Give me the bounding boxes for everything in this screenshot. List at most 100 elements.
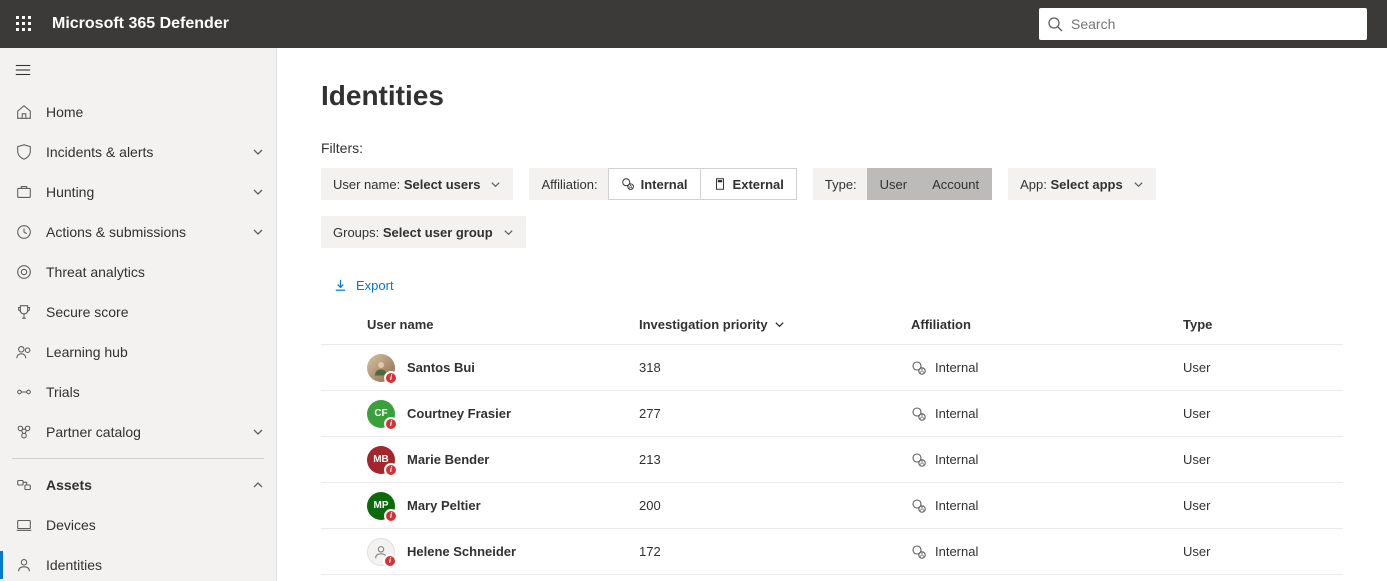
filter-external-text: External [733, 177, 784, 192]
avatar [367, 538, 395, 566]
sidebar-item-hunting[interactable]: Hunting [0, 172, 276, 212]
filter-internal-text: Internal [641, 177, 688, 192]
waffle-icon[interactable] [8, 8, 40, 40]
filter-affiliation-internal[interactable]: A Internal [608, 168, 701, 200]
type-value: User [1183, 452, 1343, 467]
sidebar-item-label: Hunting [46, 184, 252, 200]
hamburger-icon[interactable] [0, 48, 276, 92]
table-row[interactable]: Santos Bui318AInternalUser [321, 345, 1343, 391]
column-user-label: User name [367, 317, 433, 332]
main-content: Identities Filters: User name: Select us… [277, 48, 1387, 581]
sidebar-item-label: Home [46, 104, 264, 120]
internal-icon: A [621, 177, 635, 191]
priority-value: 172 [639, 544, 911, 559]
chevron-down-icon [490, 179, 501, 190]
column-affiliation[interactable]: Affiliation [911, 317, 1183, 332]
alert-badge-icon [384, 463, 398, 477]
sidebar-item-actions[interactable]: Actions & submissions [0, 212, 276, 252]
filter-type-account-text: Account [932, 177, 979, 192]
actions-icon [14, 222, 34, 242]
trophy-icon [14, 302, 34, 322]
chevron-down-icon [503, 227, 514, 238]
user-name: Courtney Frasier [407, 406, 511, 421]
sidebar-item-secure-score[interactable]: Secure score [0, 292, 276, 332]
internal-icon: A [911, 498, 927, 514]
svg-text:A: A [628, 184, 632, 190]
column-type[interactable]: Type [1183, 317, 1343, 332]
search-box[interactable] [1039, 8, 1367, 40]
filter-username[interactable]: User name: Select users [321, 168, 513, 200]
table-row[interactable]: CFCourtney Frasier277AInternalUser [321, 391, 1343, 437]
filter-type-account[interactable]: Account [919, 168, 992, 200]
filter-username-label: User name: [333, 177, 400, 192]
priority-value: 213 [639, 452, 911, 467]
sidebar-item-identities[interactable]: Identities [0, 545, 276, 581]
sidebar-item-incidents[interactable]: Incidents & alerts [0, 132, 276, 172]
internal-icon: A [911, 544, 927, 560]
sidebar-item-label: Learning hub [46, 344, 264, 360]
priority-value: 277 [639, 406, 911, 421]
priority-value: 200 [639, 498, 911, 513]
app-title: Microsoft 365 Defender [52, 15, 229, 33]
export-button[interactable]: Export [329, 272, 398, 299]
avatar: MP [367, 492, 395, 520]
filter-type-user-text: User [880, 177, 907, 192]
sidebar-item-home[interactable]: Home [0, 92, 276, 132]
avatar: MB [367, 446, 395, 474]
user-name: Helene Schneider [407, 544, 516, 559]
filter-groups-value: Select user group [383, 225, 493, 240]
table-row[interactable]: Helene Schneider172AInternalUser [321, 529, 1343, 575]
chevron-down-icon [252, 226, 264, 238]
download-icon [333, 278, 348, 293]
svg-text:A: A [920, 507, 924, 513]
export-text: Export [356, 278, 394, 293]
identities-table: User name Investigation priority Affilia… [321, 305, 1343, 575]
people-icon [14, 342, 34, 362]
type-value: User [1183, 544, 1343, 559]
internal-icon: A [911, 406, 927, 422]
sidebar-item-devices[interactable]: Devices [0, 505, 276, 545]
filters-row: User name: Select users Affiliation: A I… [321, 168, 1343, 248]
filter-groups-label: Groups: [333, 225, 379, 240]
sidebar-item-partner[interactable]: Partner catalog [0, 412, 276, 452]
home-icon [14, 102, 34, 122]
filter-affiliation-external[interactable]: External [700, 168, 797, 200]
sidebar-item-threat-analytics[interactable]: Threat analytics [0, 252, 276, 292]
internal-icon: A [911, 452, 927, 468]
shield-icon [14, 142, 34, 162]
user-name: Mary Peltier [407, 498, 481, 513]
sidebar: Home Incidents & alerts Hunting Actions … [0, 48, 277, 581]
avatar [367, 354, 395, 382]
internal-icon: A [911, 360, 927, 376]
chevron-down-icon [252, 146, 264, 158]
sidebar-item-trials[interactable]: Trials [0, 372, 276, 412]
chevron-down-icon [1133, 179, 1144, 190]
svg-text:A: A [920, 369, 924, 375]
filter-type-label: Type: [813, 168, 867, 200]
table-row[interactable]: MP Mary Peltier 200 A Internal User [321, 483, 1343, 529]
column-user[interactable]: User name [367, 317, 639, 332]
filter-app-value: Select apps [1050, 177, 1122, 192]
trials-icon [14, 382, 34, 402]
sidebar-item-learning[interactable]: Learning hub [0, 332, 276, 372]
sidebar-item-label: Devices [46, 517, 264, 533]
filter-username-value: Select users [404, 177, 481, 192]
filter-groups[interactable]: Groups: Select user group [321, 216, 526, 248]
type-value: User [1183, 498, 1343, 513]
search-input[interactable] [1071, 16, 1359, 32]
table-row[interactable]: MBMarie Bender213AInternalUser [321, 437, 1343, 483]
alert-badge-icon [384, 417, 398, 431]
filter-app[interactable]: App: Select apps [1008, 168, 1156, 200]
analytics-icon [14, 262, 34, 282]
external-icon [713, 177, 727, 191]
affiliation-value: Internal [935, 498, 978, 513]
filter-type-user[interactable]: User [867, 168, 920, 200]
divider [12, 458, 264, 459]
column-priority[interactable]: Investigation priority [639, 317, 911, 332]
sidebar-item-label: Incidents & alerts [46, 144, 252, 160]
device-icon [14, 515, 34, 535]
sidebar-item-assets[interactable]: Assets [0, 465, 276, 505]
user-name: Marie Bender [407, 452, 489, 467]
filter-affiliation-label: Affiliation: [529, 168, 607, 200]
alert-badge-icon [383, 554, 397, 568]
